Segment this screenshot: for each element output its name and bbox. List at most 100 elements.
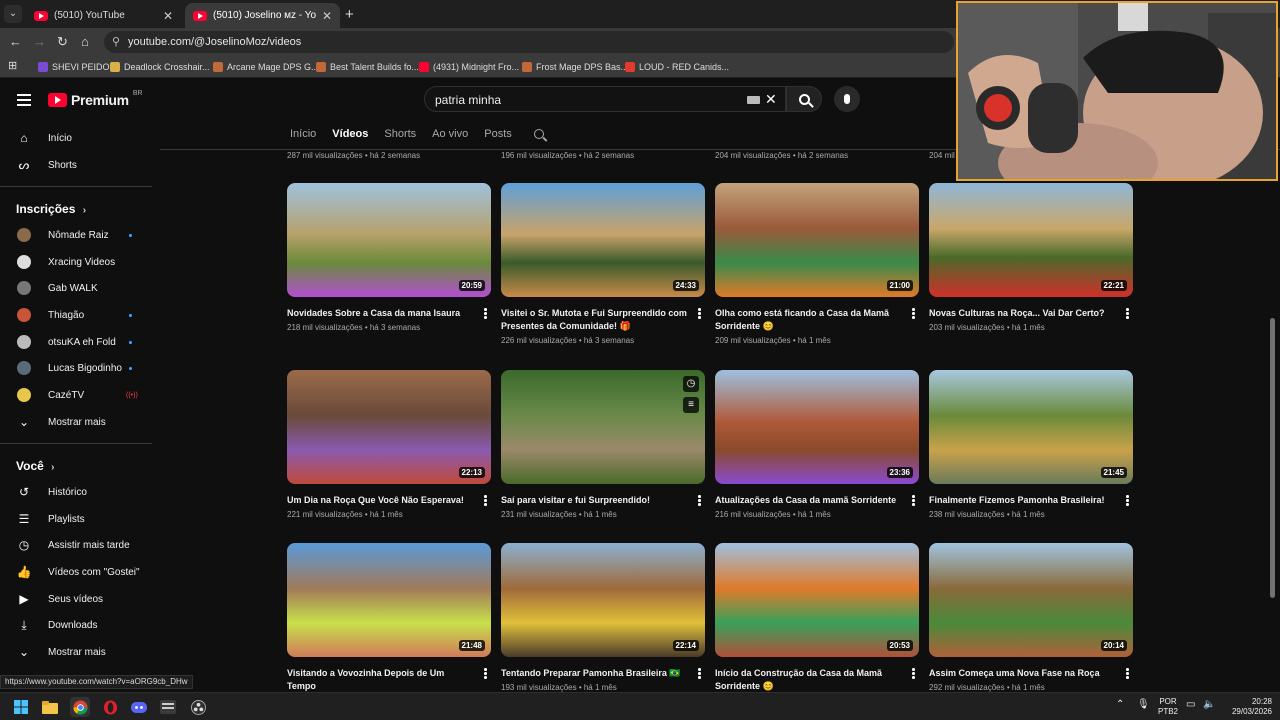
sidebar-item-your-videos[interactable]: ▶ Seus vídeos bbox=[0, 586, 152, 612]
tab-ao-vivo[interactable]: Ao vivo bbox=[432, 128, 468, 140]
video-thumbnail[interactable]: 24:33 bbox=[501, 183, 705, 297]
video-thumbnail[interactable]: 22:21 bbox=[929, 183, 1133, 297]
sidebar-item-subscription[interactable]: otsuKA eh Fold bbox=[0, 329, 152, 355]
video-title[interactable]: Novidades Sobre a Casa da mana Isaura bbox=[287, 307, 491, 320]
sidebar-item-history[interactable]: ↺ Histórico bbox=[0, 479, 152, 505]
network-icon[interactable]: ▭ bbox=[1186, 700, 1195, 710]
bookmark-item[interactable]: (4931) Midnight Fro... bbox=[419, 60, 519, 74]
tab-search-button[interactable]: ⌄ bbox=[4, 5, 22, 23]
scrollbar-thumb[interactable] bbox=[1270, 318, 1275, 598]
channel-search-icon[interactable] bbox=[533, 129, 544, 139]
video-thumbnail[interactable]: 23:36 bbox=[715, 370, 919, 484]
discord-icon[interactable] bbox=[129, 697, 149, 717]
video-thumbnail[interactable]: ◷ ≡ bbox=[501, 370, 705, 484]
video-thumbnail[interactable]: 22:13 bbox=[287, 370, 491, 484]
sidebar-item-inicio[interactable]: ⌂ Início bbox=[0, 125, 152, 151]
video-thumbnail[interactable]: 21:00 bbox=[715, 183, 919, 297]
home-icon[interactable]: ⌂ bbox=[81, 34, 89, 49]
more-options-icon[interactable] bbox=[698, 308, 701, 320]
voice-search-button[interactable] bbox=[834, 86, 860, 112]
sidebar-item-subscription[interactable]: CazéTV ((•)) bbox=[0, 382, 152, 408]
address-url[interactable]: youtube.com/@JoselinoMoz/videos bbox=[128, 36, 301, 48]
watch-later-icon[interactable]: ◷ bbox=[683, 376, 699, 392]
add-to-queue-icon[interactable]: ≡ bbox=[683, 397, 699, 413]
new-tab-button[interactable]: + bbox=[345, 6, 354, 23]
tab-videos[interactable]: Vídeos bbox=[332, 128, 368, 140]
chrome-icon[interactable] bbox=[70, 697, 90, 717]
tab-shorts[interactable]: Shorts bbox=[384, 128, 416, 140]
video-title[interactable]: Assim Começa uma Nova Fase na Roça bbox=[929, 667, 1133, 680]
menu-icon[interactable] bbox=[17, 94, 31, 109]
video-card[interactable]: 22:21 Novas Culturas na Roça... Vai Dar C… bbox=[929, 183, 1133, 332]
bookmark-item[interactable]: Deadlock Crosshair... bbox=[110, 60, 210, 74]
reload-icon[interactable]: ↻ bbox=[57, 34, 68, 50]
video-card[interactable]: 22:13 Um Dia na Roça Que Você Não Esperav… bbox=[287, 370, 491, 519]
search-button[interactable] bbox=[786, 86, 822, 112]
video-title[interactable]: Novas Culturas na Roça... Vai Dar Certo? bbox=[929, 307, 1133, 320]
sidebar-item-subscription[interactable]: Nômade Raiz bbox=[0, 222, 152, 248]
close-tab-icon[interactable]: ✕ bbox=[322, 9, 332, 23]
video-card[interactable]: ◷ ≡ Saí para visitar e fui Surpreendido! 23… bbox=[501, 370, 705, 519]
apps-grid-icon[interactable]: ⊞ bbox=[8, 59, 17, 72]
more-options-icon[interactable] bbox=[484, 668, 487, 680]
sidebar-item-shorts[interactable]: ᔕ Shorts bbox=[0, 152, 152, 178]
video-card[interactable]: 20:14 Assim Começa uma Nova Fase na Roça 2… bbox=[929, 543, 1133, 692]
youtube-premium-logo[interactable]: Premium BR bbox=[48, 90, 143, 108]
chevron-up-icon[interactable]: ⌃ bbox=[1116, 700, 1124, 710]
more-options-icon[interactable] bbox=[698, 495, 701, 507]
video-card[interactable]: 24:33 Visitei o Sr. Mutota e Fui Surpreen… bbox=[501, 183, 705, 345]
tab-posts[interactable]: Posts bbox=[484, 128, 512, 140]
video-card[interactable]: 20:59 Novidades Sobre a Casa da mana Isau… bbox=[287, 183, 491, 332]
more-options-icon[interactable] bbox=[484, 495, 487, 507]
search-input[interactable]: patria minha ✕ bbox=[424, 86, 786, 112]
sidebar-item-subscription[interactable]: Xracing Videos bbox=[0, 249, 152, 275]
show-more-subscriptions[interactable]: ⌄ Mostrar mais bbox=[0, 409, 152, 435]
microphone-icon[interactable]: 🎙 bbox=[1137, 700, 1150, 710]
video-title[interactable]: Atualizações da Casa da mamã Sorridente bbox=[715, 494, 919, 507]
video-title[interactable]: Visitando a Vovozinha Depois de Um Tempo bbox=[287, 667, 491, 692]
browser-tab-1[interactable]: (5010) YouTube ✕ bbox=[26, 3, 181, 28]
sidebar-item-watch-later[interactable]: ◷ Assistir mais tarde bbox=[0, 532, 152, 558]
site-info-icon[interactable]: ⚲ bbox=[112, 35, 120, 48]
file-explorer-icon[interactable] bbox=[40, 697, 60, 717]
more-options-icon[interactable] bbox=[1126, 495, 1129, 507]
video-thumbnail[interactable]: 20:53 bbox=[715, 543, 919, 657]
more-options-icon[interactable] bbox=[912, 668, 915, 680]
video-thumbnail[interactable]: 21:48 bbox=[287, 543, 491, 657]
keyboard-icon[interactable] bbox=[747, 96, 760, 104]
address-bar[interactable]: ⚲ youtube.com/@JoselinoMoz/videos bbox=[104, 31, 954, 53]
volume-icon[interactable]: 🔈 bbox=[1203, 700, 1215, 710]
video-title[interactable]: Finalmente Fizemos Pamonha Brasileira! bbox=[929, 494, 1133, 507]
more-options-icon[interactable] bbox=[912, 495, 915, 507]
close-tab-icon[interactable]: ✕ bbox=[163, 9, 173, 23]
video-card[interactable]: 21:45 Finalmente Fizemos Pamonha Brasilei… bbox=[929, 370, 1133, 519]
more-options-icon[interactable] bbox=[912, 308, 915, 320]
sidebar-item-subscription[interactable]: Lucas Bigodinho bbox=[0, 355, 152, 381]
sidebar-item-subscription[interactable]: Thiagão bbox=[0, 302, 152, 328]
bookmark-item[interactable]: SHEVI PEIDO bbox=[38, 60, 110, 74]
video-thumbnail[interactable]: 20:59 bbox=[287, 183, 491, 297]
video-thumbnail[interactable]: 22:14 bbox=[501, 543, 705, 657]
video-title[interactable]: Olha como está ficando a Casa da Mamã So… bbox=[715, 307, 919, 333]
forward-arrow-icon[interactable]: → bbox=[33, 34, 46, 49]
bookmark-item[interactable]: Arcane Mage DPS G... bbox=[213, 60, 319, 74]
video-card[interactable]: 23:36 Atualizações da Casa da mamã Sorrid… bbox=[715, 370, 919, 519]
video-title[interactable]: Um Dia na Roça Que Você Não Esperava! bbox=[287, 494, 491, 507]
video-thumbnail[interactable]: 21:45 bbox=[929, 370, 1133, 484]
subscriptions-header[interactable]: Inscrições › bbox=[16, 202, 86, 216]
you-header[interactable]: Você › bbox=[16, 459, 54, 473]
bookmark-item[interactable]: LOUD - RED Canids... bbox=[625, 60, 729, 74]
bookmark-item[interactable]: Frost Mage DPS Bas... bbox=[522, 60, 628, 74]
bookmark-item[interactable]: Best Talent Builds fo... bbox=[316, 60, 419, 74]
more-options-icon[interactable] bbox=[484, 308, 487, 320]
obs-icon[interactable] bbox=[188, 697, 208, 717]
browser-tab-2[interactable]: (5010) Joselino мz - YouTube ✕ bbox=[185, 3, 340, 28]
sidebar-item-show-more[interactable]: ⌄ Mostrar mais bbox=[0, 639, 152, 665]
back-arrow-icon[interactable]: ← bbox=[9, 34, 22, 49]
clock[interactable]: 20:28 29/03/2026 bbox=[1222, 697, 1272, 717]
video-title[interactable]: Visitei o Sr. Mutota e Fui Surpreendido … bbox=[501, 307, 705, 333]
tab-inicio[interactable]: Início bbox=[290, 128, 316, 140]
sidebar-item-playlists[interactable]: ☰ Playlists bbox=[0, 506, 152, 532]
windows-start-icon[interactable] bbox=[11, 697, 31, 717]
video-title[interactable]: Saí para visitar e fui Surpreendido! bbox=[501, 494, 705, 507]
